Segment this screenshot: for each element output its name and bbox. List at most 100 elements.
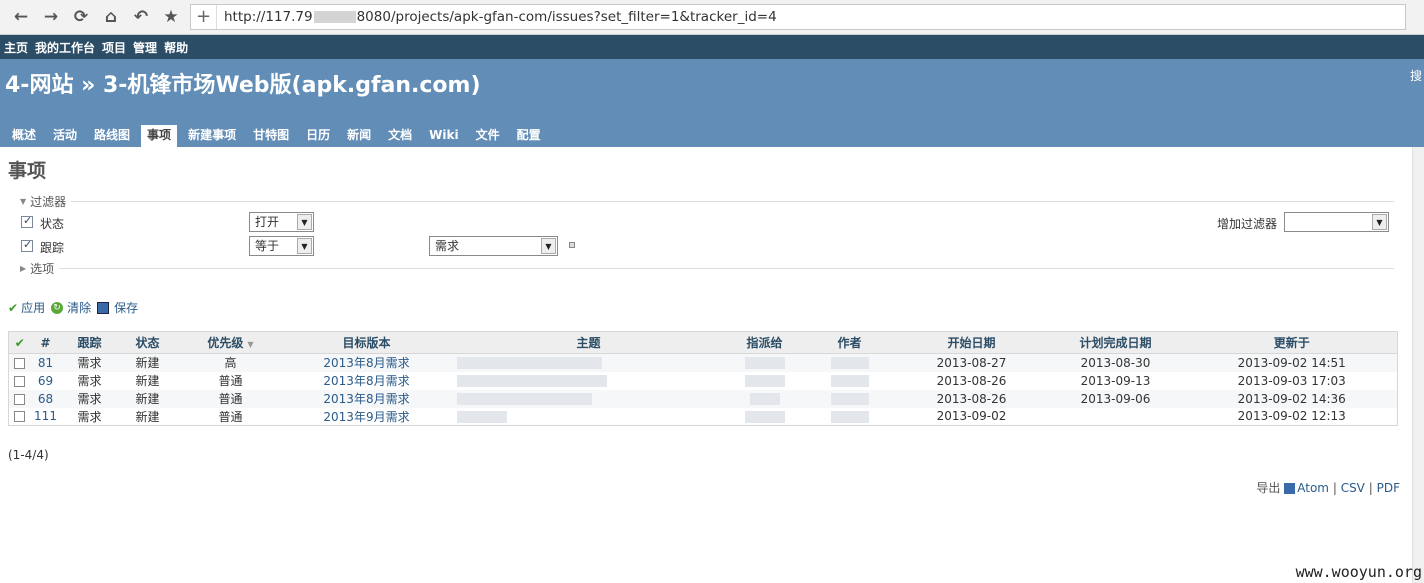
undo-icon[interactable]: ↶ [126, 3, 156, 31]
redacted-author[interactable] [830, 357, 869, 370]
issue-id-link[interactable]: 68 [38, 392, 53, 406]
issue-id-link[interactable]: 111 [34, 409, 57, 423]
redacted-author[interactable] [830, 375, 869, 387]
version-link[interactable]: 2013年8月需求 [323, 374, 409, 388]
version-link[interactable]: 2013年9月需求 [323, 410, 409, 424]
tab-new-issue[interactable]: 新建事项 [182, 125, 242, 147]
top-menu-admin[interactable]: 管理 [133, 39, 157, 56]
filter-row-tracker: 跟踪 等于 ▼ 需求 ▼ [8, 234, 1416, 258]
home-icon[interactable]: ⌂ [96, 3, 126, 31]
collapse-triangle-icon: ▼ [20, 197, 27, 206]
tab-news[interactable]: 新闻 [341, 125, 377, 147]
version-link[interactable]: 2013年8月需求 [323, 356, 409, 370]
tracker-value: 需求 [435, 239, 460, 253]
project-title: 4-网站 » 3-机锋市场Web版(apk.gfan.com) [5, 73, 481, 98]
table-row[interactable]: 69 需求 新建 普通 2013年8月需求 2013-08-26 2013-09… [8, 371, 1398, 390]
url-text[interactable]: http://117.79 8080/projects/apk-gfan-com/… [217, 9, 777, 25]
col-tracker[interactable]: 跟踪 [60, 331, 119, 354]
status-operator-select[interactable]: 打开 ▼ [249, 212, 314, 232]
row-checkbox[interactable] [14, 357, 26, 369]
col-priority[interactable]: 优先级 ▼ [176, 331, 285, 354]
tab-activity[interactable]: 活动 [47, 125, 83, 147]
col-id[interactable]: # [30, 331, 61, 354]
star-icon[interactable]: ★ [156, 3, 186, 31]
export-pdf-link[interactable]: PDF [1377, 481, 1400, 495]
priority-cell: 高 [176, 353, 285, 372]
export-atom-link[interactable]: Atom [1297, 481, 1329, 495]
filters-legend[interactable]: ▼ 过滤器 [8, 193, 1416, 210]
redacted-subject[interactable] [456, 410, 507, 423]
redacted-subject[interactable] [456, 375, 607, 387]
updated-cell: 2013-09-02 14:36 [1186, 389, 1398, 408]
col-status[interactable]: 状态 [118, 331, 177, 354]
tracker-cell: 需求 [60, 407, 119, 426]
check-icon: ✔ [8, 300, 19, 315]
tab-documents[interactable]: 文档 [382, 125, 418, 147]
address-bar[interactable]: + http://117.79 8080/projects/apk-gfan-co… [190, 4, 1406, 30]
version-link[interactable]: 2013年8月需求 [323, 392, 409, 406]
tab-settings[interactable]: 配置 [511, 125, 547, 147]
tab-roadmap[interactable]: 路线图 [88, 125, 136, 147]
tab-issues[interactable]: 事项 [141, 125, 178, 147]
col-due-date[interactable]: 计划完成日期 [1044, 331, 1187, 354]
export-csv-link[interactable]: CSV [1341, 481, 1365, 495]
table-row[interactable]: 111 需求 新建 普通 2013年9月需求 2013-09-02 2013-0… [8, 407, 1398, 426]
tab-calendar[interactable]: 日历 [300, 125, 336, 147]
redacted-subject[interactable] [456, 357, 602, 370]
issue-id-link[interactable]: 69 [38, 374, 53, 388]
redacted-author[interactable] [830, 410, 869, 423]
add-filter-select[interactable]: ▼ [1284, 212, 1389, 232]
start-date-cell: 2013-08-26 [898, 389, 1045, 408]
filters-legend-label: 过滤器 [30, 195, 67, 209]
tracker-operator-select[interactable]: 等于 ▼ [249, 236, 314, 256]
tab-wiki[interactable]: Wiki [423, 125, 464, 147]
redacted-assignee[interactable] [744, 410, 785, 423]
col-subject[interactable]: 主题 [448, 331, 729, 354]
tracker-value-select[interactable]: 需求 ▼ [429, 236, 558, 256]
tracker-cell: 需求 [60, 353, 119, 372]
new-tab-icon[interactable]: + [191, 5, 217, 29]
tracker-operator-value: 等于 [255, 239, 280, 253]
redacted-author[interactable] [830, 393, 869, 405]
row-checkbox[interactable] [14, 393, 26, 405]
apply-link[interactable]: 应用 [21, 299, 45, 316]
col-version[interactable]: 目标版本 [284, 331, 449, 354]
col-start-date[interactable]: 开始日期 [898, 331, 1045, 354]
tab-overview[interactable]: 概述 [6, 125, 42, 147]
tracker-cell: 需求 [60, 389, 119, 408]
table-row[interactable]: 81 需求 新建 高 2013年8月需求 2013-08-27 2013-08-… [8, 353, 1398, 372]
toggle-multiselect-icon[interactable] [569, 242, 575, 248]
tab-files[interactable]: 文件 [470, 125, 506, 147]
table-row[interactable]: 68 需求 新建 普通 2013年8月需求 2013-08-26 2013-09… [8, 389, 1398, 408]
col-author[interactable]: 作者 [800, 331, 899, 354]
col-updated[interactable]: 更新于 [1186, 331, 1398, 354]
main-content: 事项 ▼ 过滤器 状态 打开 ▼ 增加过滤器 ▼ 跟踪 等于 ▼ 需求 ▼ ▶ … [0, 156, 1424, 462]
top-menu-home[interactable]: 主页 [4, 39, 28, 56]
dropdown-arrow-icon: ▼ [297, 214, 312, 230]
save-icon [97, 301, 110, 314]
redacted-assignee[interactable] [744, 357, 785, 370]
redacted-assignee[interactable] [744, 375, 785, 387]
clear-link[interactable]: 清除 [67, 299, 91, 316]
top-menu-my-page[interactable]: 我的工作台 [35, 39, 95, 56]
save-link[interactable]: 保存 [114, 299, 138, 316]
col-assignee[interactable]: 指派给 [728, 331, 801, 354]
tab-gantt[interactable]: 甘特图 [247, 125, 295, 147]
table-header-row: ✔ # 跟踪 状态 优先级 ▼ 目标版本 主题 指派给 作者 开始日期 计划完成日… [8, 331, 1398, 354]
forward-icon[interactable]: → [36, 3, 66, 31]
redacted-assignee[interactable] [749, 393, 780, 405]
status-filter-checkbox[interactable] [21, 214, 33, 228]
toggle-all-checkbox-icon[interactable]: ✔ [8, 331, 31, 354]
reload-icon[interactable]: ⟳ [66, 3, 96, 31]
row-checkbox[interactable] [14, 411, 26, 423]
issue-id-link[interactable]: 81 [38, 356, 53, 370]
tracker-filter-checkbox[interactable] [21, 238, 33, 252]
updated-cell: 2013-09-02 12:13 [1186, 407, 1398, 426]
status-filter-label: 状态 [40, 217, 65, 231]
row-checkbox[interactable] [14, 375, 26, 387]
options-legend[interactable]: ▶ 选项 [8, 260, 1416, 277]
top-menu-projects[interactable]: 项目 [102, 39, 126, 56]
top-menu-help[interactable]: 帮助 [164, 39, 188, 56]
redacted-subject[interactable] [456, 393, 592, 405]
back-icon[interactable]: ← [6, 3, 36, 31]
